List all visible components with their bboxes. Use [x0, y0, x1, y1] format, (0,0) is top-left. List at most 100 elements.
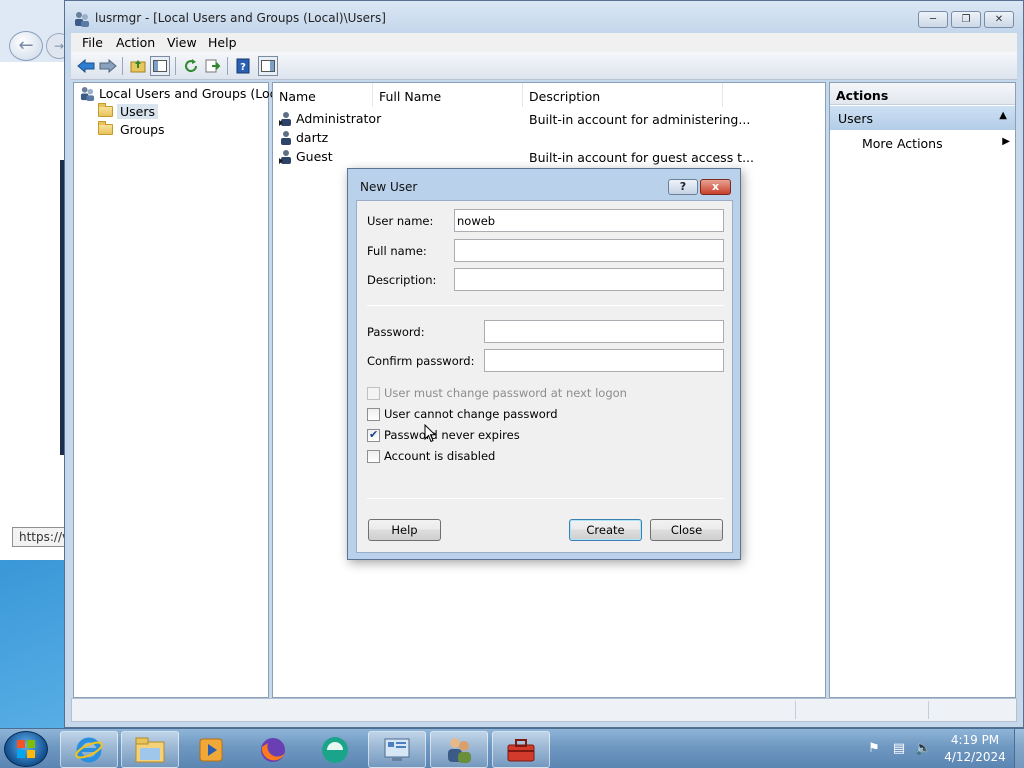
column-header-name[interactable]: Name [273, 83, 373, 107]
internet-explorer-icon [75, 737, 103, 762]
app-icon [322, 736, 348, 763]
password-field[interactable] [484, 320, 724, 343]
taskbar-server-manager[interactable] [368, 731, 426, 768]
fullname-field[interactable] [454, 239, 724, 262]
actions-pane: Actions Users ▲ More Actions ▶ [829, 82, 1016, 698]
description-label: Description: [367, 273, 437, 287]
checkbox-label: User must change password at next logon [384, 386, 627, 400]
checkbox-box[interactable] [367, 407, 380, 421]
column-header-full-name[interactable]: Full Name [373, 83, 523, 107]
help-icon[interactable]: ? [233, 56, 253, 76]
checkbox-label: User cannot change password [384, 407, 558, 421]
toolbox-icon [507, 738, 535, 761]
taskbar-internet-explorer[interactable] [60, 731, 118, 768]
table-row[interactable]: Administrator [278, 111, 381, 126]
title-bar[interactable]: lusrmgr - [Local Users and Groups (Local… [65, 1, 1023, 34]
table-row[interactable]: dartz [278, 130, 328, 145]
taskbar-firefox[interactable] [244, 731, 302, 768]
menu-bar: File Action View Help [71, 33, 1017, 52]
description-field[interactable] [454, 268, 724, 291]
collapse-up-icon[interactable]: ▲ [999, 110, 1007, 121]
divider [367, 305, 724, 306]
refresh-icon[interactable] [181, 56, 201, 76]
menu-help[interactable]: Help [208, 35, 237, 50]
folder-icon [98, 121, 113, 135]
table-row[interactable]: Guest [278, 149, 333, 164]
clock-time[interactable]: 4:19 PM [940, 733, 1010, 747]
taskbar-app[interactable] [306, 731, 364, 768]
user-name: Administrator [296, 111, 382, 126]
create-button[interactable]: Create [569, 519, 642, 541]
toolbar: ? [71, 52, 1017, 80]
taskbar-local-users[interactable] [430, 731, 488, 768]
column-header-description[interactable]: Description [523, 83, 723, 107]
minimize-button[interactable]: ─ [918, 11, 948, 28]
cannot-change-password-checkbox[interactable]: User cannot change password [367, 407, 558, 421]
checkbox-box[interactable] [367, 428, 380, 442]
confirm-password-field[interactable] [484, 349, 724, 372]
username-field[interactable]: noweb [454, 209, 724, 232]
export-list-icon[interactable] [203, 56, 223, 76]
tree-item-label: Groups [120, 122, 165, 137]
start-button[interactable] [4, 731, 48, 767]
checkbox-box[interactable] [367, 386, 380, 400]
network-icon[interactable]: ▤ [891, 741, 907, 757]
taskbar-toolbox[interactable] [492, 731, 550, 768]
checkbox-box[interactable] [367, 449, 380, 463]
browser-status-url: https://v [12, 527, 68, 547]
restore-icon: ❐ [961, 14, 971, 25]
actions-header: Actions [830, 83, 1015, 105]
toolbar-separator [175, 57, 176, 75]
status-bar [71, 698, 1017, 722]
users-icon [448, 737, 471, 763]
dialog-close-button[interactable]: x [700, 179, 731, 195]
media-player-icon [199, 738, 223, 761]
user-icon [281, 131, 291, 145]
taskbar-file-explorer[interactable] [121, 731, 179, 768]
dialog-help-button[interactable]: ? [668, 179, 698, 195]
volume-muted-icon[interactable]: 🔈 [915, 741, 931, 757]
must-change-password-checkbox[interactable]: User must change password at next logon [367, 386, 627, 400]
minimize-icon: ─ [929, 14, 937, 25]
mouse-cursor-icon [424, 424, 436, 443]
clock-date[interactable]: 4/12/2024 [940, 750, 1010, 764]
toolbar-separator [227, 57, 228, 75]
forward-arrow-icon[interactable] [98, 56, 118, 76]
maximize-button[interactable]: ❐ [951, 11, 981, 28]
actions-section-users[interactable]: Users ▲ [830, 106, 1015, 130]
firefox-icon [261, 737, 285, 762]
browser-page [0, 62, 68, 560]
close-icon: x [711, 180, 720, 193]
back-arrow-icon[interactable] [76, 56, 96, 76]
account-disabled-checkbox[interactable]: Account is disabled [367, 449, 495, 463]
back-icon[interactable]: ← [9, 31, 43, 61]
user-icon [279, 150, 291, 164]
tree-item-users[interactable]: Users [98, 103, 159, 119]
menu-file[interactable]: File [82, 35, 103, 50]
up-folder-icon[interactable] [128, 56, 148, 76]
help-button[interactable]: Help [368, 519, 441, 541]
menu-action[interactable]: Action [116, 35, 155, 50]
dialog-title: New User [360, 180, 418, 194]
close-button[interactable]: Close [650, 519, 723, 541]
menu-view[interactable]: View [167, 35, 197, 50]
file-explorer-icon [135, 737, 165, 762]
fullname-label: Full name: [367, 244, 427, 258]
status-divider [795, 701, 796, 719]
taskbar-media-player[interactable] [182, 731, 240, 768]
new-user-dialog: New User ? x User name: noweb Full name:… [347, 168, 741, 560]
action-center-flag-icon[interactable]: ⚑ [866, 741, 882, 757]
checkbox-label: Account is disabled [384, 449, 496, 463]
tree-root[interactable]: Local Users and Groups (Local) [80, 86, 293, 101]
toolbar-separator [122, 57, 123, 75]
show-hide-tree-icon[interactable] [150, 56, 170, 76]
close-window-button[interactable]: ✕ [984, 11, 1014, 28]
tree-item-groups[interactable]: Groups [98, 121, 168, 137]
action-more-actions[interactable]: More Actions ▶ [862, 136, 1012, 151]
password-never-expires-checkbox[interactable]: Password never expires [367, 428, 520, 442]
taskbar: ⚑ ▤ 🔈 4:19 PM 4/12/2024 [0, 728, 1024, 768]
show-desktop-button[interactable] [1014, 729, 1024, 768]
dialog-body: User name: noweb Full name: Description:… [356, 200, 733, 553]
show-hide-action-pane-icon[interactable] [258, 56, 278, 76]
svg-text:?: ? [240, 62, 246, 73]
